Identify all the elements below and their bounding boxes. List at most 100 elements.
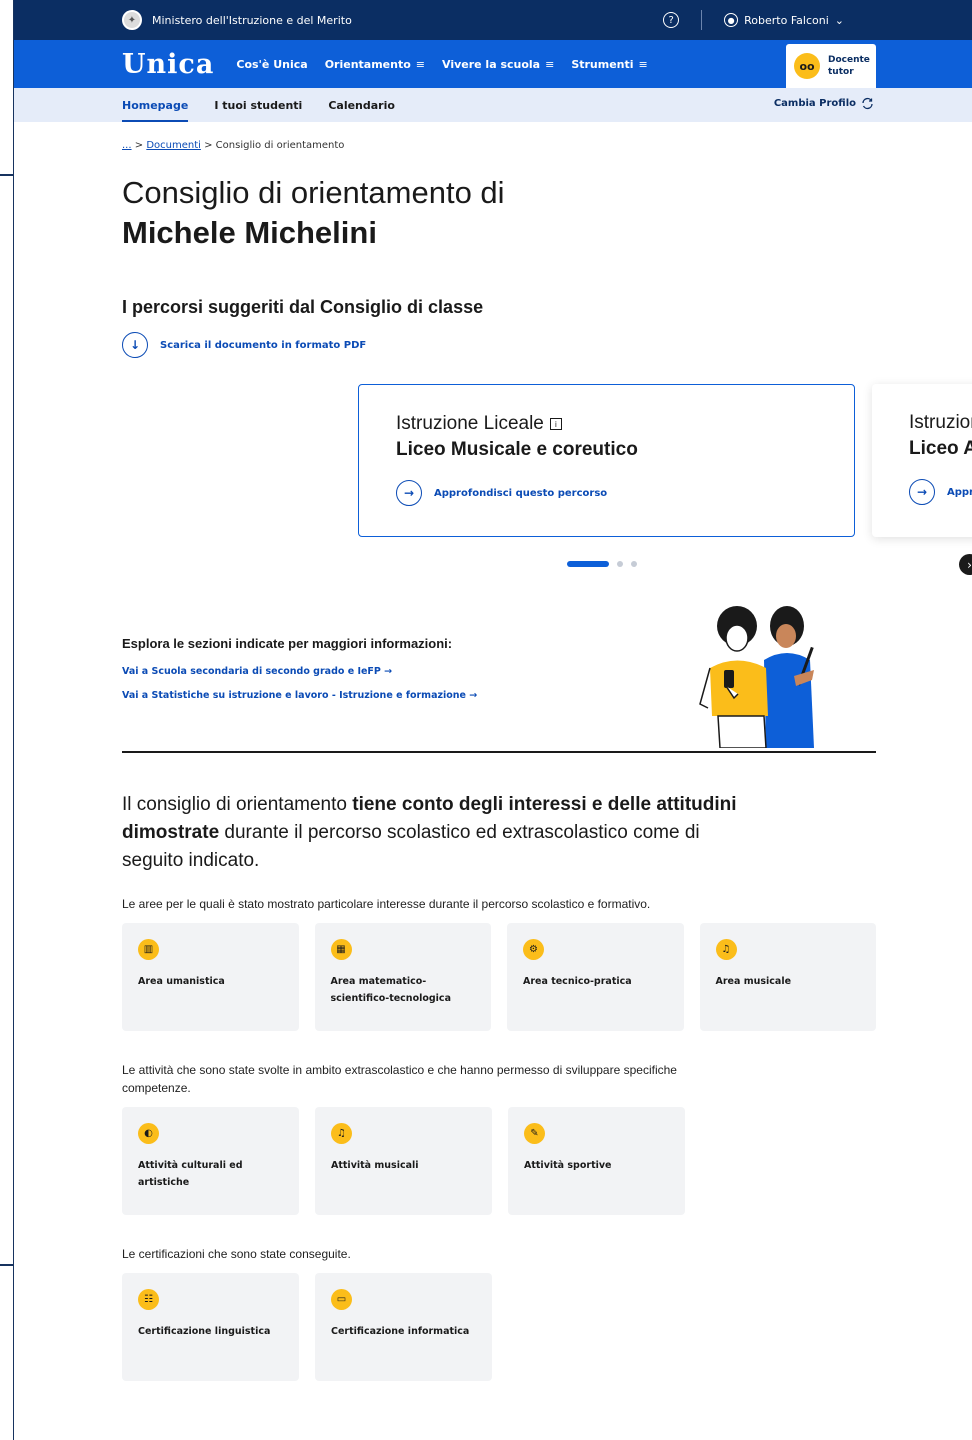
tile-certificazione-linguistica: ☷ Certificazione linguistica (122, 1273, 299, 1381)
nav-vivere-la-scuola[interactable]: Vivere la scuola ≡ (442, 58, 554, 71)
tile-label: Attività sportive (524, 1160, 612, 1171)
tile-attivita-culturali: ◐ Attività culturali ed artistiche (122, 1107, 299, 1215)
gear-icon: ⚙ (523, 939, 544, 960)
unica-logo[interactable]: Unica (122, 49, 214, 80)
main-content: ... > Documenti > Consiglio di orientame… (14, 140, 972, 1381)
tile-attivita-musicali: ♫ Attività musicali (315, 1107, 492, 1215)
page: ✦ Ministero dell'Istruzione e del Merito… (14, 0, 972, 1440)
approfondisci-label: Approfondisci questo percorso (434, 487, 608, 499)
cambia-profilo-label: Cambia Profilo (773, 98, 856, 109)
tile-area-matematico: ▦ Area matematico-scientifico-tecnologic… (314, 923, 491, 1031)
percorsi-carousel: Istruzione Liceale i Liceo Musicale e co… (122, 384, 972, 584)
chevron-down-icon: ⌄ (834, 13, 844, 27)
tile-area-tecnico-pratica: ⚙ Area tecnico-pratica (507, 923, 684, 1031)
page-title-line: Consiglio di orientamento di (122, 175, 505, 210)
lead-text: Il consiglio di orientamento (122, 794, 353, 815)
percorso-category: Istruzione Liceale i (396, 413, 817, 435)
download-icon: ↓ (122, 332, 148, 358)
sneaker-icon: ✎ (524, 1123, 545, 1144)
nav-label: Orientamento (324, 57, 411, 71)
tile-attivita-sportive: ✎ Attività sportive (508, 1107, 685, 1215)
download-label: Scarica il documento in formato PDF (160, 339, 367, 351)
music-note-icon: ♫ (331, 1123, 352, 1144)
certificazioni-tiles: ☷ Certificazione linguistica ▭ Certifica… (122, 1273, 876, 1381)
certificazioni-description: Le certificazioni che sono state consegu… (122, 1247, 351, 1261)
link-statistiche[interactable]: Vai a Statistiche su istruzione e lavoro… (122, 690, 477, 701)
nav-label: Vivere la scuola (442, 57, 541, 71)
computer-icon: ▭ (331, 1289, 352, 1310)
breadcrumb-separator: > (134, 140, 144, 151)
percorso-category: Istruzione Profess (909, 412, 972, 433)
profile-tab-docente-tutor[interactable]: oo Docente tutor (786, 44, 876, 88)
carousel-dot[interactable] (567, 561, 609, 567)
help-icon[interactable]: ? (663, 12, 680, 28)
student-name: Michele Michelini (122, 215, 377, 250)
divider (701, 10, 703, 30)
carousel-next-button[interactable]: › (959, 554, 972, 575)
user-menu[interactable]: ● Roberto Falconi ⌄ (724, 13, 844, 27)
attivita-description: Le attività che sono state svolte in amb… (122, 1063, 677, 1095)
nav-orientamento[interactable]: Orientamento ≡ (325, 58, 425, 71)
tab-calendario[interactable]: Calendario (328, 88, 395, 122)
cambia-profilo-link[interactable]: Cambia Profilo (774, 97, 874, 110)
info-icon[interactable]: i (549, 418, 562, 430)
aree-description: Le aree per le quali è stato mostrato pa… (122, 897, 651, 911)
breadcrumb: ... > Documenti > Consiglio di orientame… (122, 140, 876, 151)
tile-label: Area musicale (715, 976, 792, 987)
tab-i-tuoi-studenti[interactable]: I tuoi studenti (214, 88, 302, 122)
user-name: Roberto Falconi (744, 13, 829, 27)
students-illustration (699, 606, 814, 748)
language-chat-icon: ☷ (138, 1289, 159, 1310)
profile-subrole: tutor (828, 67, 854, 77)
tile-label: Certificazione informatica (331, 1326, 470, 1337)
tile-label: Certificazione linguistica (138, 1326, 271, 1337)
lead-paragraph: Il consiglio di orientamento tiene conto… (122, 791, 762, 875)
switch-profile-icon (862, 97, 873, 110)
arrow-right-icon: → (396, 480, 422, 506)
republic-emblem-icon: ✦ (122, 10, 142, 30)
explore-section: Esplora le sezioni indicate per maggiori… (122, 598, 876, 753)
frame-tick (0, 1264, 13, 1266)
calculator-icon: ▦ (330, 939, 352, 960)
tile-certificazione-informatica: ▭ Certificazione informatica (315, 1273, 492, 1381)
book-icon: ▥ (138, 939, 159, 960)
approfondisci-link[interactable]: → Approfondisci questo per (909, 479, 972, 505)
glasses-icon: oo (794, 53, 820, 79)
download-pdf-link[interactable]: ↓ Scarica il documento in formato PDF (122, 332, 876, 358)
main-nav: Unica Cos'è Unica Orientamento ≡ Vivere … (14, 40, 972, 88)
aree-tiles: ▥ Area umanistica ▦ Area matematico-scie… (122, 923, 876, 1031)
profile-label: Docente tutor (828, 54, 870, 78)
approfondisci-link[interactable]: → Approfondisci questo percorso (396, 480, 817, 506)
tile-label: Attività culturali ed artistiche (138, 1160, 243, 1188)
carousel-dot[interactable] (617, 561, 623, 567)
tile-label: Area umanistica (138, 976, 225, 987)
tile-label: Attività musicali (331, 1160, 419, 1171)
breadcrumb-documenti[interactable]: Documenti (146, 140, 201, 151)
percorsi-heading: I percorsi suggeriti dal Consiglio di cl… (122, 297, 484, 317)
explore-title: Esplora le sezioni indicate per maggiori… (122, 636, 453, 651)
breadcrumb-home[interactable]: ... (122, 140, 132, 151)
nav-label: Cos'è Unica (236, 57, 308, 71)
ministry-name[interactable]: Ministero dell'Istruzione e del Merito (152, 14, 663, 27)
tab-homepage[interactable]: Homepage (122, 88, 189, 122)
percorso-name: Liceo Musicale e coreutico (396, 439, 638, 460)
nav-label: Strumenti (571, 57, 634, 71)
window-frame-edge (0, 0, 14, 1440)
percorso-name: Liceo Artistico (909, 438, 972, 459)
attivita-tiles: ◐ Attività culturali ed artistiche ♫ Att… (122, 1107, 876, 1215)
menu-icon: ≡ (638, 57, 648, 71)
link-scuola-secondaria[interactable]: Vai a Scuola secondaria di secondo grado… (122, 666, 392, 677)
percorso-card: Istruzione Liceale i Liceo Musicale e co… (358, 384, 855, 537)
tile-area-musicale: ♫ Area musicale (699, 923, 876, 1031)
palette-icon: ◐ (138, 1123, 159, 1144)
sub-nav: Homepage I tuoi studenti Calendario Camb… (14, 88, 972, 122)
percorso-category-label: Istruzione Liceale (396, 413, 544, 434)
breadcrumb-separator: > (204, 140, 213, 151)
tile-area-umanistica: ▥ Area umanistica (122, 923, 299, 1031)
nav-strumenti[interactable]: Strumenti ≡ (571, 58, 647, 71)
breadcrumb-current: Consiglio di orientamento (215, 140, 345, 151)
carousel-dot[interactable] (631, 561, 637, 567)
tile-label: Area tecnico-pratica (523, 976, 632, 987)
nav-cos-e-unica[interactable]: Cos'è Unica (236, 58, 307, 71)
profile-role: Docente (828, 55, 870, 65)
